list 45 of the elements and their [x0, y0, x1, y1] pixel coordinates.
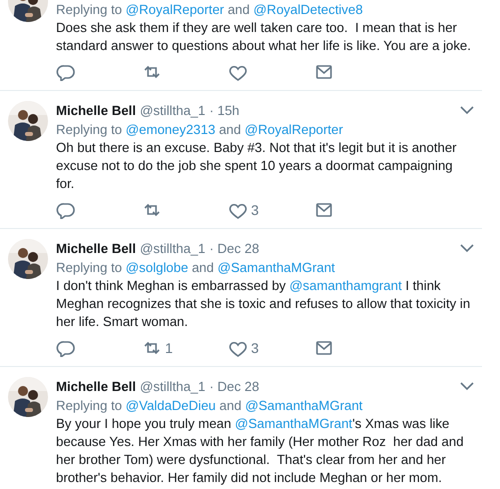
author-handle: @stilltha_1 [140, 378, 206, 396]
tweet-text: By your I hope you truly mean @SamanthaMGrant's Xmas was like because Yes. Her Xmas with her family (Her mother Roz her dad and her brother Tom) were dysfunctional. That's clear from her and her brother's behavior. Her family did not include Meghan or her mom. [56, 415, 465, 487]
author-name[interactable]: Michelle Bell [56, 377, 136, 396]
reply-context: Replying to @RoyalReporter and @RoyalDetective8 [56, 1, 364, 19]
mention-link[interactable]: @RoyalReporter [244, 122, 344, 137]
reply-context: Replying to @ValdaDeDieu and @SamanthaMGrant [56, 397, 364, 415]
tweet-time: · Dec 28 [209, 240, 260, 258]
mention-link[interactable]: @samanthamgrant [289, 278, 402, 293]
mention-link[interactable]: @RoyalReporter [126, 2, 224, 17]
envelope-icon[interactable] [314, 201, 334, 219]
retweet-icon[interactable] [142, 339, 162, 357]
reply-icon[interactable] [56, 339, 76, 357]
envelope-icon[interactable] [314, 63, 334, 81]
mention-link[interactable]: @SamanthaMGrant [218, 260, 335, 275]
author-handle: @stilltha_1 [140, 240, 206, 258]
mention-link[interactable]: @ValdaDeDieu [126, 398, 216, 413]
reply-context: Replying to @solglobe and @SamanthaMGrant [56, 259, 336, 277]
reply-icon[interactable] [56, 63, 76, 81]
mention-link[interactable]: @SamanthaMGrant [234, 416, 352, 431]
reply-context: Replying to @emoney2313 and @RoyalReporter [56, 121, 344, 139]
mention-link[interactable]: @RoyalDetective8 [253, 2, 363, 17]
chevron-down-icon[interactable] [460, 106, 474, 115]
tweet-time: · 15h [209, 102, 240, 120]
tweet-text: Does she ask them if they are well taken care too. I mean that is her standard answer to questions about what her life is like. You are a joke. [56, 19, 472, 55]
chevron-down-icon[interactable] [460, 382, 474, 391]
action-count: 1 [165, 340, 173, 356]
retweet-icon[interactable] [142, 63, 162, 81]
author-name[interactable]: Michelle Bell [56, 239, 136, 258]
heart-icon[interactable] [228, 63, 248, 81]
chevron-down-icon[interactable] [460, 244, 474, 253]
mention-link[interactable]: @solglobe [126, 260, 188, 275]
author-handle: @stilltha_1 [140, 102, 206, 120]
mention-link[interactable]: @SamanthaMGrant [245, 398, 363, 413]
envelope-icon[interactable] [314, 339, 334, 357]
action-count: 3 [251, 340, 259, 356]
tweet-time: · Dec 28 [209, 378, 260, 396]
tweet-text: I don't think Meghan is embarrassed by @samanthamgrant I think Meghan recognizes that she is toxic and refuses to allow that toxicity in her life. Smart woman. [56, 277, 472, 331]
mention-link[interactable]: @emoney2313 [126, 122, 216, 137]
reply-icon[interactable] [56, 201, 76, 219]
heart-icon[interactable] [228, 339, 248, 357]
tweet-text: Oh but there is an excuse. Baby #3. Not that it's legit but it is another excuse not to do the job she spent 10 years a doormat campaigning for. [56, 139, 458, 193]
heart-icon[interactable] [228, 201, 248, 219]
author-name[interactable]: Michelle Bell [56, 101, 136, 120]
action-count: 3 [251, 202, 259, 218]
retweet-icon[interactable] [142, 201, 162, 219]
